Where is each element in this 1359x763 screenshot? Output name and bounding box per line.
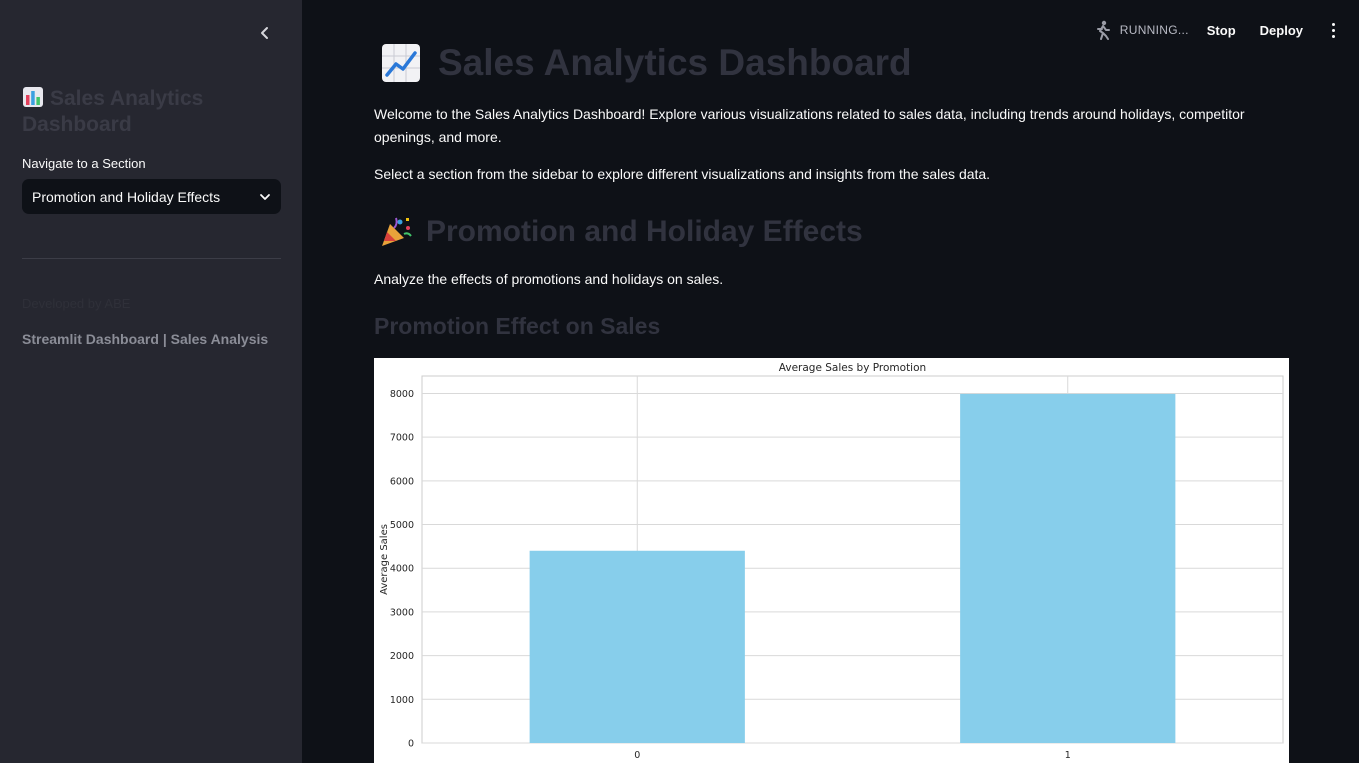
nav-label: Navigate to a Section — [22, 156, 146, 171]
section-select[interactable]: Promotion and Holiday Effects — [22, 179, 281, 214]
instruction-text: Select a section from the sidebar to exp… — [374, 166, 991, 182]
bar-chart-emoji-icon — [23, 87, 43, 107]
sidebar-footer: Streamlit Dashboard | Sales Analysis — [22, 331, 269, 347]
x-tick-label: 0 — [634, 750, 640, 761]
y-tick-label: 4000 — [390, 564, 414, 575]
y-tick-label: 1000 — [390, 695, 414, 706]
sidebar-divider — [22, 258, 281, 259]
section-title: Promotion and Holiday Effects — [378, 214, 863, 250]
bar-0 — [529, 550, 745, 743]
stop-button[interactable]: Stop — [1207, 23, 1236, 38]
subsection-title: Promotion Effect on Sales — [374, 313, 661, 339]
y-tick-label: 0 — [408, 739, 414, 750]
chart-svg: 0 1000 2000 3000 4000 5000 6000 7000 8000 0 1 Avera… — [379, 362, 1284, 761]
chevron-down-icon — [260, 193, 270, 200]
collapse-sidebar-button[interactable] — [254, 22, 276, 44]
party-popper-emoji-icon — [382, 217, 412, 246]
bar-1 — [960, 393, 1176, 743]
section-select-value: Promotion and Holiday Effects — [32, 188, 221, 205]
x-tick-label: 1 — [1065, 750, 1071, 761]
deploy-button[interactable]: Deploy — [1260, 23, 1303, 38]
y-axis-label: Average Sales — [379, 524, 390, 595]
promotion-bar-chart: 0 1000 2000 3000 4000 5000 6000 7000 8000 0 1 Avera… — [374, 358, 1289, 763]
sidebar-title-text: Sales Analytics Dashboard — [22, 87, 204, 136]
sidebar-title: Sales Analytics Dashboard — [22, 86, 282, 138]
top-toolbar: RUNNING... Stop Deploy — [1094, 18, 1359, 42]
chart-title: Average Sales by Promotion — [779, 362, 926, 374]
y-tick-label: 6000 — [390, 476, 414, 487]
y-tick-label: 3000 — [390, 607, 414, 618]
chevron-left-icon — [261, 27, 268, 39]
page-title-text: Sales Analytics Dashboard — [438, 42, 912, 83]
y-tick-label: 2000 — [390, 651, 414, 662]
y-tick-label: 8000 — [390, 389, 414, 400]
main-menu-icon[interactable] — [1327, 22, 1339, 38]
running-status: RUNNING... — [1094, 20, 1189, 40]
running-status-text: RUNNING... — [1119, 23, 1189, 37]
sidebar-credit: Developed by ABE — [22, 296, 131, 311]
running-man-icon — [1096, 20, 1110, 40]
sidebar: Sales Analytics Dashboard Navigate to a … — [0, 0, 302, 763]
section-title-text: Promotion and Holiday Effects — [426, 215, 863, 248]
chart-increasing-emoji-icon — [382, 44, 420, 82]
intro-text: Welcome to the Sales Analytics Dashboard… — [374, 106, 1245, 145]
y-tick-label: 7000 — [390, 433, 414, 444]
section-description: Analyze the effects of promotions and ho… — [374, 271, 724, 287]
page-title: Sales Analytics Dashboard — [380, 42, 912, 84]
y-tick-label: 5000 — [390, 520, 414, 531]
